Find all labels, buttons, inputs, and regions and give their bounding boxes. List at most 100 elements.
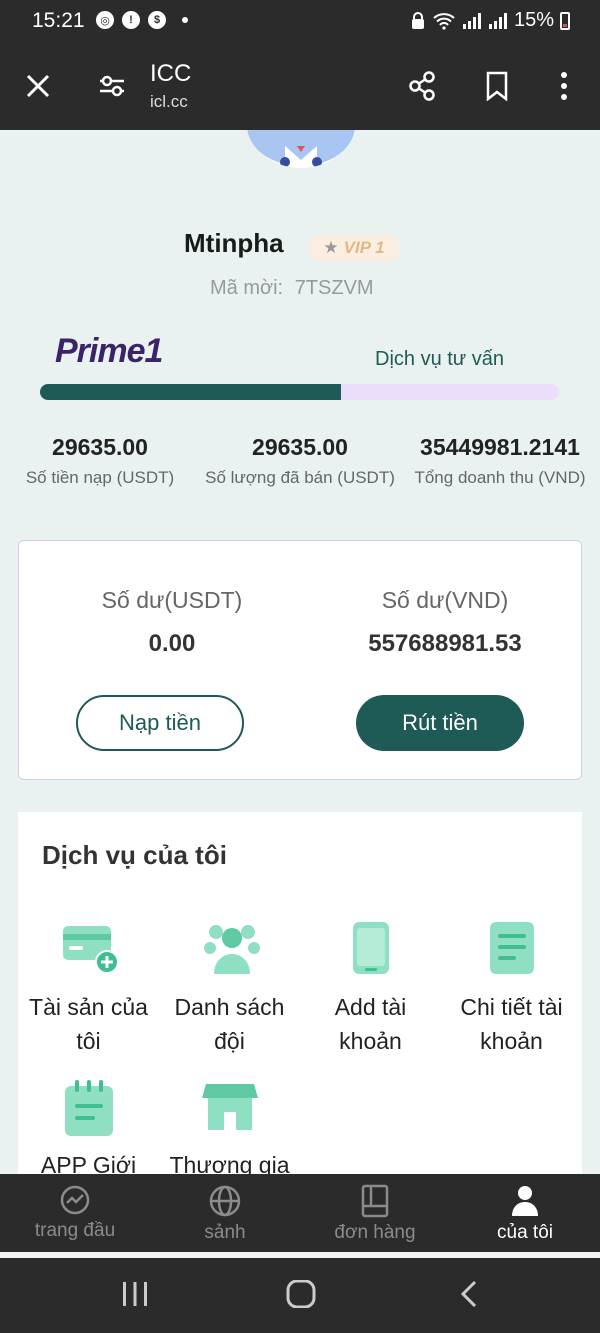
service-merchant[interactable]: Thương gia (159, 1078, 300, 1174)
status-bar: 15:21 ◎ ! $ 15% (0, 0, 600, 44)
back-button[interactable] (458, 1280, 480, 1313)
wifi-icon (433, 12, 455, 30)
stat-label: Tổng doanh thu (VND) (414, 468, 586, 487)
page-url: icl.cc (150, 92, 188, 111)
vip-level: VIP 1 (343, 238, 385, 257)
service-add-account[interactable]: Add tài khoản (300, 920, 441, 1058)
invite-value[interactable]: 7TSZVM (295, 277, 374, 299)
close-icon (26, 74, 50, 98)
chart-icon (60, 1185, 90, 1215)
page-title: ICC (150, 60, 192, 87)
stat-value: 35449981.2141 (420, 434, 580, 460)
service-account-details[interactable]: Chi tiết tài khoản (441, 920, 582, 1058)
service-label-line1: Thương gia (169, 1152, 290, 1174)
page-content: Mtinpha ★ VIP 1 Mã mời: 7TSZVM Prime1 Dị… (0, 130, 600, 1174)
nav-label: đơn hàng (334, 1222, 416, 1243)
stat-sold: 29635.00 Số lượng đã bán (USDT) (200, 434, 400, 488)
bookmark-icon (486, 71, 508, 101)
service-label-line2: tôi (76, 1028, 101, 1054)
nav-label: sảnh (204, 1222, 246, 1243)
balance-usdt: Số dư(USDT) 0.00 (52, 587, 292, 658)
stat-value: 29635.00 (252, 434, 348, 460)
services-title: Dịch vụ của tôi (42, 840, 227, 870)
withdraw-button[interactable]: Rút tiền (356, 695, 524, 751)
battery-percent: 15% (513, 9, 554, 31)
username: Mtinpha (184, 228, 284, 258)
balance-vnd-value: 557688981.53 (368, 630, 522, 657)
book-icon (361, 1184, 389, 1218)
home-button[interactable] (286, 1279, 316, 1313)
bookmark-button[interactable] (475, 64, 519, 108)
service-my-assets[interactable]: Tài sản của tôi (18, 920, 159, 1058)
battery-icon (560, 11, 570, 30)
menu-button[interactable] (542, 64, 586, 108)
service-app-intro[interactable]: APP Giới (18, 1078, 159, 1174)
service-team-list[interactable]: Danh sách đội (159, 920, 300, 1058)
balance-usdt-label: Số dư(USDT) (101, 587, 243, 613)
back-icon (460, 1280, 477, 1308)
team-icon (202, 920, 260, 976)
alert-icon: ! (122, 11, 140, 29)
my-services-card: Dịch vụ của tôi Tài sản của tôi Danh sác… (18, 812, 582, 1174)
avatar[interactable] (245, 130, 357, 168)
stat-deposit: 29635.00 Số tiền nạp (USDT) (22, 434, 178, 488)
service-label-line1: Danh sách (174, 994, 285, 1020)
tune-icon (100, 75, 124, 97)
vip-badge: ★ VIP 1 (308, 235, 400, 261)
store-icon (201, 1078, 258, 1134)
document-icon (484, 920, 540, 976)
share-button[interactable] (400, 64, 444, 108)
share-icon (409, 71, 435, 101)
system-nav-bar (0, 1252, 600, 1333)
stat-revenue: 35449981.2141 Tổng doanh thu (VND) (410, 434, 590, 488)
nav-lobby[interactable]: sảnh (150, 1174, 300, 1252)
avatar-image (247, 130, 355, 168)
service-label-line2: khoản (480, 1028, 543, 1054)
service-label-line1: Tài sản của (29, 994, 148, 1020)
recent-apps-button[interactable] (120, 1280, 150, 1313)
stat-label: Số tiền nạp (USDT) (25, 468, 175, 487)
phone-icon (343, 920, 399, 976)
nav-profile[interactable]: của tôi (450, 1174, 600, 1252)
close-button[interactable] (16, 64, 60, 108)
card-add-icon (61, 920, 119, 976)
nav-label: của tôi (497, 1222, 553, 1243)
lock-icon (411, 11, 424, 29)
level-name: Prime1 (55, 332, 163, 370)
nav-orders[interactable]: đơn hàng (300, 1174, 450, 1252)
balance-vnd-label: Số dư(VND) (381, 587, 509, 613)
globe-icon (209, 1185, 241, 1217)
site-settings-button[interactable] (90, 64, 134, 108)
user-icon (512, 1186, 538, 1216)
bottom-nav: trang đầu sảnh đơn hàng của tôi (0, 1174, 600, 1252)
more-vert-icon (561, 72, 567, 100)
level-progress-bar (40, 384, 559, 400)
service-label-line1: APP Giới (40, 1152, 137, 1174)
nav-home[interactable]: trang đầu (0, 1174, 150, 1252)
chrome-icon: ◎ (96, 11, 114, 29)
browser-toolbar: ICC icl.cc (0, 44, 600, 130)
consulting-service-link[interactable]: Dịch vụ tư vấn (375, 348, 504, 371)
balance-vnd: Số dư(VND) 557688981.53 (325, 587, 565, 658)
home-icon (286, 1279, 316, 1309)
balance-usdt-value: 0.00 (148, 630, 196, 657)
deposit-button[interactable]: Nạp tiền (76, 695, 244, 751)
shop-icon: $ (148, 11, 166, 29)
invite-label: Mã mời: (210, 277, 284, 299)
service-label-line1: Add tài (334, 994, 407, 1020)
service-label-line2: khoản (339, 1028, 402, 1054)
calendar-icon (61, 1078, 117, 1136)
recent-apps-icon (123, 1282, 147, 1306)
star-icon: ★ (323, 238, 339, 257)
balance-card: Số dư(USDT) 0.00 Số dư(VND) 557688981.53… (18, 540, 582, 780)
stat-label: Số lượng đã bán (USDT) (205, 468, 395, 487)
service-label-line2: đội (214, 1028, 245, 1054)
invite-code: Mã mời: 7TSZVM (210, 277, 374, 300)
status-time: 15:21 (32, 9, 85, 32)
signal-icon-2 (488, 12, 507, 29)
level-progress-fill (40, 384, 342, 400)
stat-value: 29635.00 (52, 434, 148, 460)
dot-icon (182, 17, 188, 23)
service-label-line1: Chi tiết tài (460, 994, 563, 1020)
nav-label: trang đầu (34, 1220, 116, 1241)
